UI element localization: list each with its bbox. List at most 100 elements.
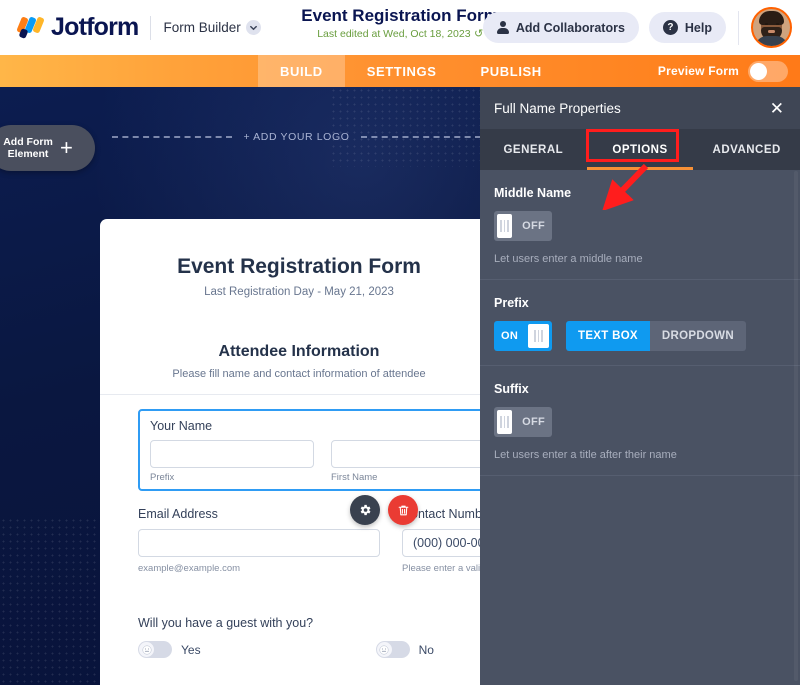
- prefix-controls: ON TEXT BOX DROPDOWN: [494, 321, 786, 351]
- app-header: Jotform Form Builder Event Registration …: [0, 0, 800, 55]
- section-heading[interactable]: Attendee Information: [138, 343, 460, 361]
- prefix-toggle[interactable]: ON: [494, 321, 552, 351]
- suffix-toggle[interactable]: OFF: [494, 407, 552, 437]
- first-name-input[interactable]: [331, 440, 481, 468]
- avatar[interactable]: [751, 7, 792, 48]
- email-label: Email Address: [138, 507, 218, 521]
- tab-settings-label: SETTINGS: [366, 63, 437, 79]
- contact-row: Email Address example@example.com Contac…: [138, 495, 481, 574]
- suffix-hint: Let users enter a title after their name: [494, 449, 677, 461]
- guest-yes-toggle[interactable]: [138, 641, 172, 658]
- prefix-input[interactable]: [150, 440, 314, 468]
- tab-publish-label: PUBLISH: [480, 63, 542, 79]
- tab-advanced[interactable]: ADVANCED: [693, 129, 800, 170]
- smiley-face-icon: [139, 642, 154, 657]
- brand-name: Jotform: [51, 13, 139, 41]
- form-preview-card: Event Registration Form Last Registratio…: [100, 219, 481, 685]
- person-icon: [496, 21, 509, 34]
- middle-name-controls: OFF: [494, 211, 786, 241]
- close-icon[interactable]: ✕: [768, 100, 786, 117]
- builder-navbar: BUILD SETTINGS PUBLISH Preview Form: [0, 55, 800, 87]
- preview-form-toggle[interactable]: [748, 60, 788, 82]
- navbar-spacer: [0, 55, 258, 87]
- guest-no-toggle[interactable]: [375, 641, 410, 658]
- add-logo-label[interactable]: + ADD YOUR LOGO: [232, 131, 362, 143]
- prefix-type-dropdown-label: DROPDOWN: [661, 330, 734, 342]
- properties-scrollbar[interactable]: [794, 171, 798, 681]
- plus-icon: +: [60, 135, 73, 160]
- email-field[interactable]: Email Address example@example.com: [138, 507, 380, 574]
- guest-no-label: No: [418, 642, 434, 657]
- product-menu-label: Form Builder: [163, 20, 241, 35]
- add-form-element-line2: Element: [7, 148, 49, 160]
- guest-question-label: Will you have a guest with you?: [138, 616, 314, 630]
- navbar-right: Preview Form: [658, 55, 800, 87]
- product-menu[interactable]: Form Builder: [163, 20, 261, 35]
- prefix-sublabel: Prefix: [150, 472, 175, 483]
- properties-panel-title: Full Name Properties: [494, 100, 621, 116]
- header-actions-divider: [738, 10, 739, 45]
- phone-input[interactable]: (000) 000-0000: [402, 529, 481, 557]
- preview-form-label: Preview Form: [657, 64, 739, 78]
- trash-icon[interactable]: [388, 495, 418, 525]
- middle-name-title: Middle Name: [494, 186, 572, 200]
- canvas-dot-pattern-2: [0, 517, 110, 685]
- form-heading[interactable]: Event Registration Form: [138, 255, 460, 279]
- email-hint: example@example.com: [138, 563, 241, 574]
- tab-build-label: BUILD: [280, 63, 323, 79]
- undo-icon[interactable]: ↻: [474, 27, 483, 40]
- properties-panel-header: Full Name Properties ✕: [480, 87, 800, 129]
- tab-general-label: GENERAL: [503, 143, 564, 156]
- email-input[interactable]: [138, 529, 380, 557]
- guest-option-yes[interactable]: Yes: [138, 641, 201, 658]
- tab-options-label: OPTIONS: [612, 143, 668, 156]
- full-name-field[interactable]: Your Name Prefix First Name: [138, 409, 481, 491]
- tab-advanced-label: ADVANCED: [712, 143, 781, 156]
- properties-panel: Full Name Properties ✕ GENERAL OPTIONS A…: [480, 87, 800, 685]
- suffix-toggle-state: OFF: [522, 416, 545, 428]
- add-collaborators-button[interactable]: Add Collaborators: [482, 12, 639, 43]
- jotform-logo-icon: [16, 15, 45, 40]
- smiley-face-icon: [376, 642, 392, 657]
- toggle-knob-icon: [528, 324, 549, 348]
- tab-settings[interactable]: SETTINGS: [345, 55, 459, 87]
- jotform-form-builder-app: Jotform Form Builder Event Registration …: [0, 0, 800, 685]
- first-name-sublabel: First Name: [331, 472, 378, 483]
- form-subheading[interactable]: Last Registration Day - May 21, 2023: [138, 286, 460, 298]
- property-group-suffix: Suffix OFF Let users enter a title after…: [480, 366, 800, 476]
- tab-publish[interactable]: PUBLISH: [459, 55, 564, 87]
- add-logo-dropzone[interactable]: + ADD YOUR LOGO: [112, 127, 481, 147]
- prefix-type-textbox[interactable]: TEXT BOX: [566, 321, 650, 351]
- guest-options-row: Yes No: [138, 641, 460, 658]
- chevron-down-icon: [245, 20, 261, 35]
- middle-name-hint: Let users enter a middle name: [494, 253, 643, 265]
- add-form-element-button[interactable]: Add Form Element +: [0, 125, 95, 171]
- header-divider: [150, 15, 152, 40]
- guest-option-no[interactable]: No: [375, 641, 434, 658]
- tab-general[interactable]: GENERAL: [480, 129, 587, 170]
- full-name-label: Your Name: [150, 419, 213, 433]
- guest-yes-label: Yes: [181, 642, 201, 657]
- last-edited-text: Last edited at Wed, Oct 18, 2023: [317, 27, 471, 40]
- property-group-middle-name: Middle Name OFF Let users enter a middle…: [480, 170, 800, 280]
- phone-hint: Please enter a valid phone number: [402, 563, 481, 574]
- tab-options[interactable]: OPTIONS: [587, 129, 694, 170]
- tab-build[interactable]: BUILD: [258, 55, 345, 87]
- suffix-title: Suffix: [494, 382, 529, 396]
- user-avatar-icon: [753, 9, 790, 46]
- question-mark-icon: ?: [662, 20, 678, 35]
- section-subheading[interactable]: Please fill name and contact information…: [138, 368, 460, 380]
- dashed-line-left: [112, 136, 232, 138]
- prefix-type-dropdown[interactable]: DROPDOWN: [649, 321, 746, 351]
- dashed-line-right: [361, 136, 481, 138]
- toggle-knob-icon: [497, 214, 513, 238]
- form-canvas: + ADD YOUR LOGO Add Form Element + Event…: [0, 87, 481, 685]
- middle-name-toggle[interactable]: OFF: [494, 211, 552, 241]
- suffix-controls: OFF: [494, 407, 786, 437]
- help-button[interactable]: ? Help: [648, 12, 726, 43]
- jotform-logo[interactable]: Jotform: [10, 13, 139, 41]
- header-actions: Add Collaborators ? Help: [482, 0, 792, 55]
- gear-icon[interactable]: [350, 495, 380, 525]
- full-name-inputs: [150, 440, 481, 468]
- property-group-prefix: Prefix ON TEXT BOX DROPDOWN: [480, 280, 800, 366]
